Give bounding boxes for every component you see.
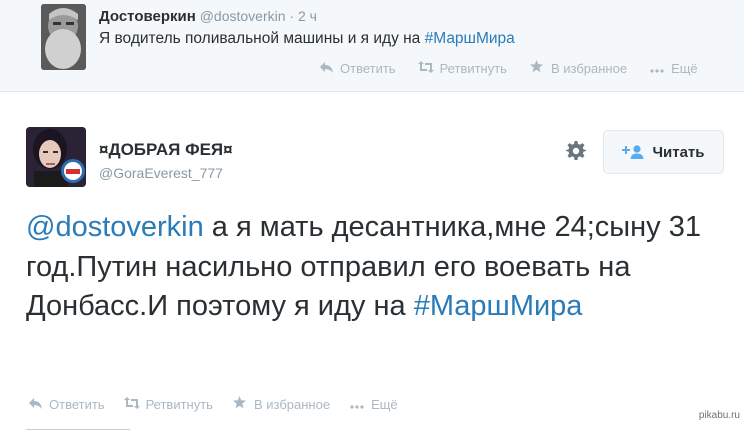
favorite-label: В избранное xyxy=(253,396,331,412)
parent-author-name[interactable]: Достоверкин xyxy=(99,8,196,25)
star-icon xyxy=(232,396,248,412)
retweet-button[interactable]: Ретвитнуть xyxy=(123,396,213,412)
more-button[interactable]: Ещё xyxy=(349,397,398,412)
parent-header: Достоверкин @dostoverkin · 2 ч xyxy=(99,8,317,25)
favorite-button[interactable]: В избранное xyxy=(529,60,627,76)
parent-tweet-text: Я водитель поливальной машины и я иду на… xyxy=(99,30,515,48)
parent-hashtag-link[interactable]: #МаршМира xyxy=(425,30,515,47)
reply-icon xyxy=(27,397,43,412)
favorite-label: В избранное xyxy=(550,60,628,76)
reply-button[interactable]: Ответить xyxy=(318,61,396,76)
old-man-portrait-icon xyxy=(41,4,86,70)
retweet-button[interactable]: Ретвитнуть xyxy=(417,60,507,76)
parent-action-bar: Ответить Ретвитнуть В избранное Ещё xyxy=(318,60,698,76)
main-avatar[interactable] xyxy=(26,127,86,187)
reply-label: Ответить xyxy=(340,60,396,76)
reply-label: Ответить xyxy=(49,396,105,412)
retweet-label: Ретвитнуть xyxy=(439,60,507,76)
watermark: pikabu.ru xyxy=(698,410,740,421)
reply-icon xyxy=(318,61,334,76)
more-label: Ещё xyxy=(371,396,398,412)
parent-tweet[interactable]: Достоверкин @dostoverkin · 2 ч Я водител… xyxy=(0,0,744,92)
main-hashtag-link[interactable]: #МаршМира xyxy=(414,290,583,322)
parent-avatar[interactable] xyxy=(41,4,86,70)
divider xyxy=(26,429,130,430)
main-action-bar: Ответить Ретвитнуть В избранное Ещё xyxy=(27,396,417,412)
main-author-handle[interactable]: @GoraEverest_777 xyxy=(99,165,223,181)
add-user-icon xyxy=(622,145,644,159)
parent-text-body: Я водитель поливальной машины и я иду на xyxy=(99,30,425,47)
more-dots-icon xyxy=(349,397,365,412)
main-tweet-text: @dostoverkin а я мать десантника,мне 24;… xyxy=(26,208,726,327)
separator-dot: · xyxy=(289,8,295,24)
retweet-icon xyxy=(417,60,434,76)
more-button[interactable]: Ещё xyxy=(649,61,698,76)
parent-timestamp[interactable]: 2 ч xyxy=(298,8,317,24)
retweet-label: Ретвитнуть xyxy=(145,396,213,412)
favorite-button[interactable]: В избранное xyxy=(232,396,330,412)
parent-author-handle[interactable]: @dostoverkin xyxy=(200,8,286,24)
more-dots-icon xyxy=(649,61,665,76)
more-label: Ещё xyxy=(671,60,698,76)
star-icon xyxy=(529,60,545,76)
gear-icon[interactable] xyxy=(565,141,587,161)
retweet-icon xyxy=(123,396,140,412)
follow-button[interactable]: Читать xyxy=(603,130,724,174)
reply-button[interactable]: Ответить xyxy=(27,397,105,412)
follow-label: Читать xyxy=(652,143,705,161)
mention-link[interactable]: @dostoverkin xyxy=(26,211,204,243)
main-author-name[interactable]: ¤ДОБРАЯ ФЕЯ¤ xyxy=(99,140,233,160)
girl-portrait-icon xyxy=(26,127,86,187)
